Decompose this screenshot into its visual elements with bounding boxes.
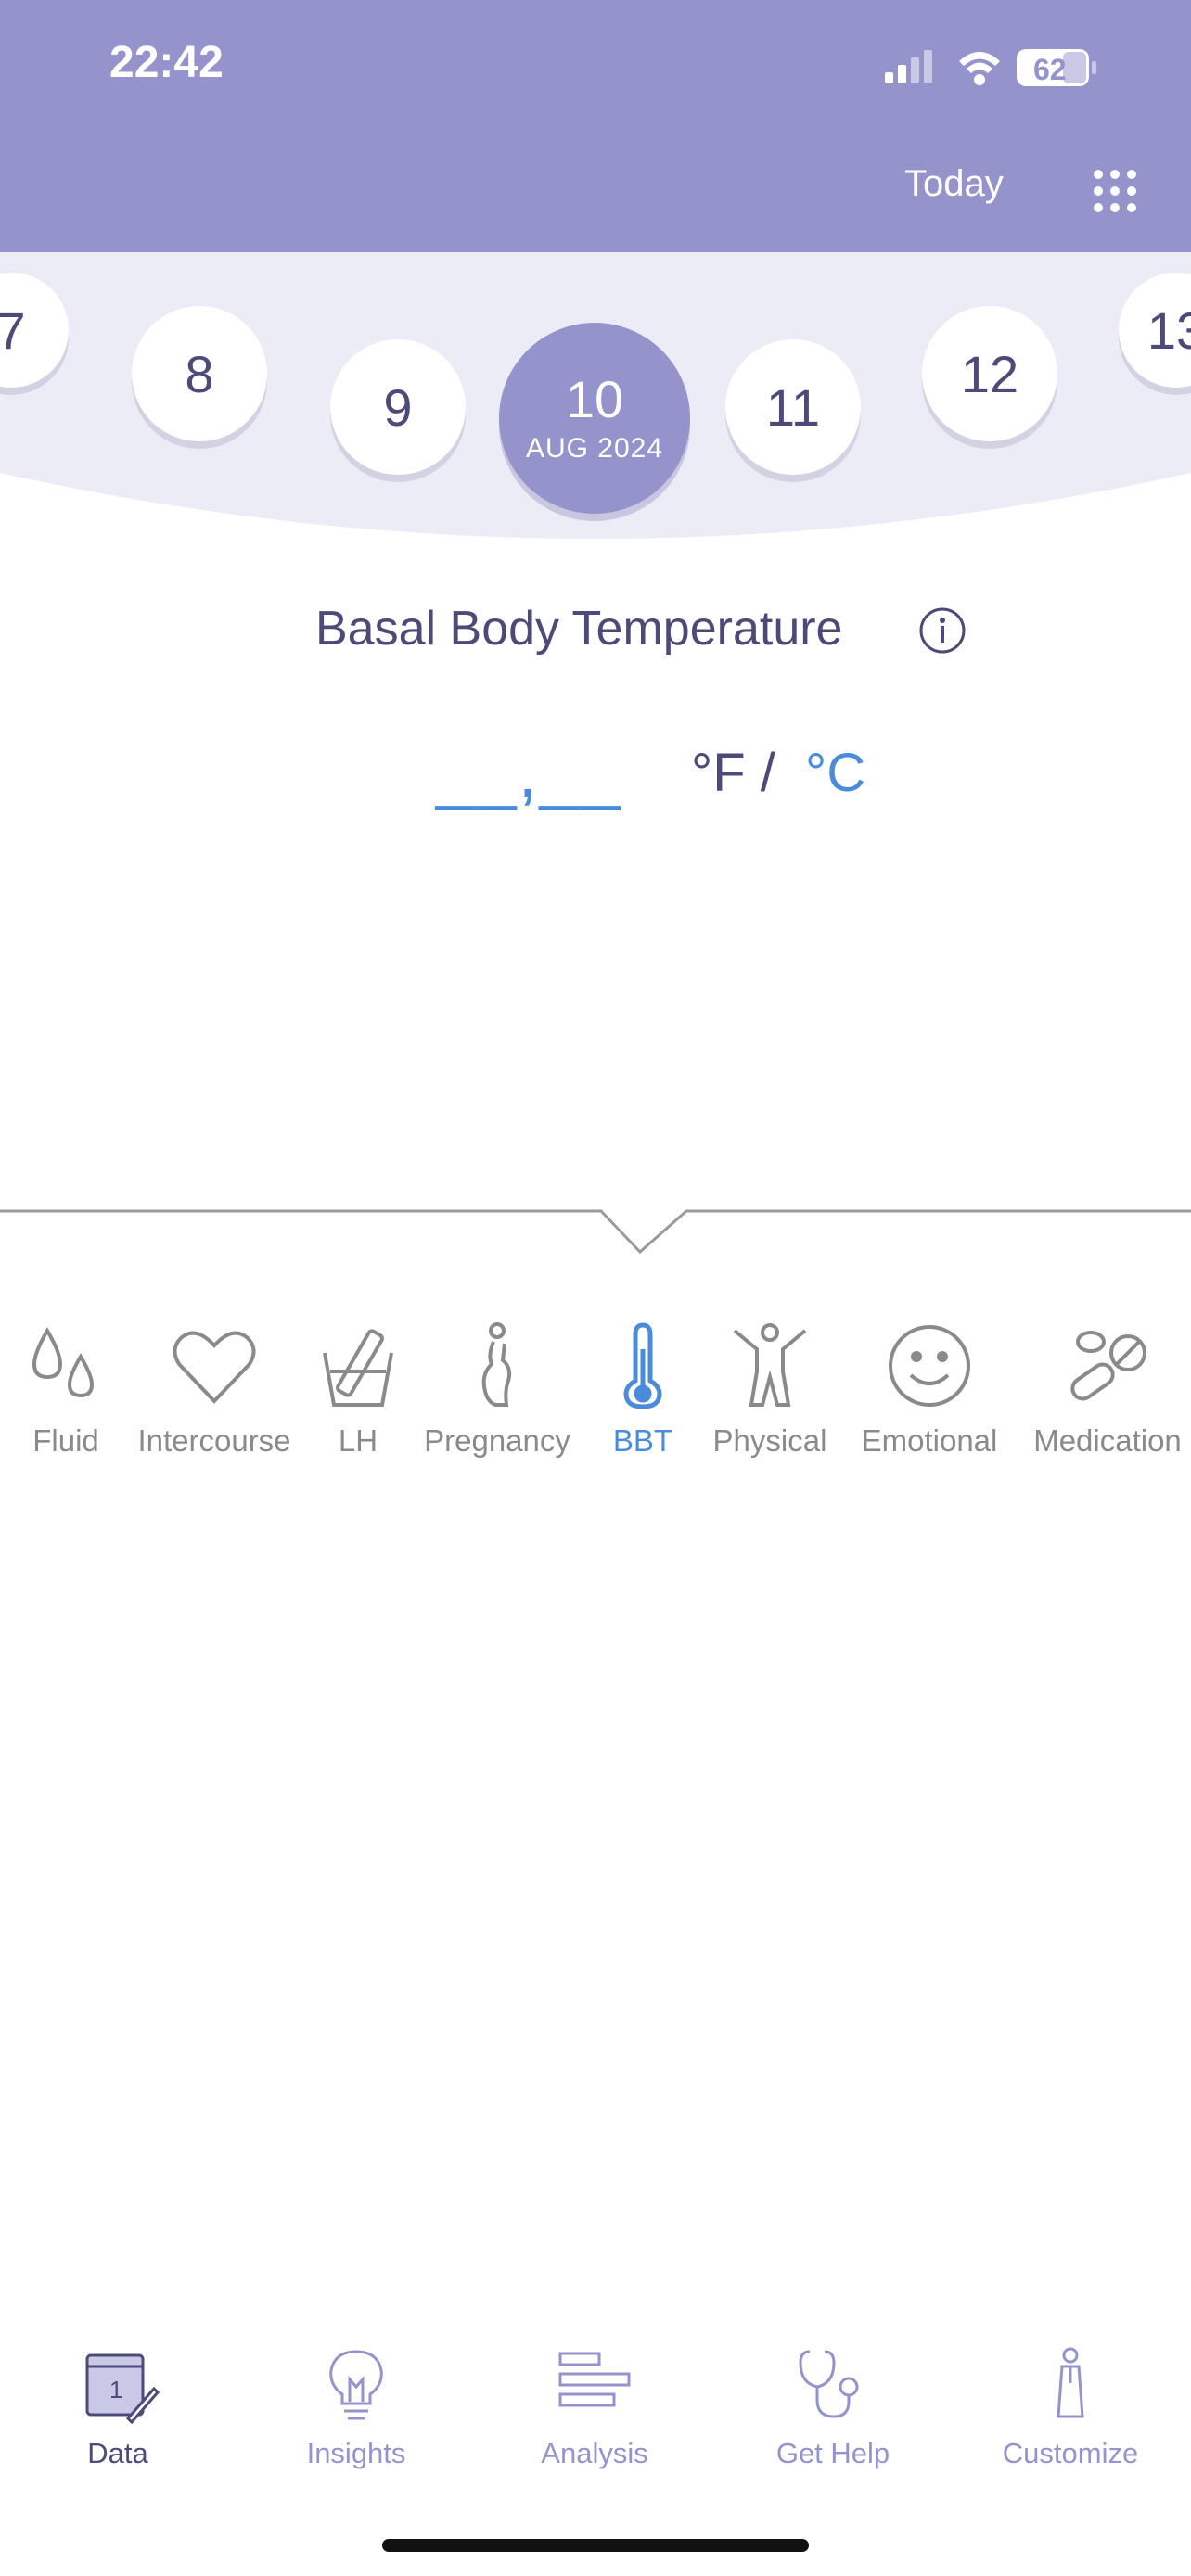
heart-icon: [173, 1331, 256, 1404]
fluid-icon: [32, 1327, 95, 1398]
signal-icon: [885, 50, 932, 83]
day-12[interactable]: 12: [922, 306, 1057, 441]
day-11[interactable]: 11: [725, 339, 861, 475]
pills-icon: [1070, 1331, 1146, 1401]
category-physical[interactable]: Physical: [705, 1321, 835, 1459]
person-icon: [1057, 2347, 1084, 2418]
day-9[interactable]: 9: [330, 339, 466, 475]
wifi-icon: [959, 52, 1000, 85]
unit-fahrenheit-toggle[interactable]: °F /: [691, 742, 775, 804]
thermometer-icon: [623, 1322, 662, 1409]
physical-icon: [733, 1323, 807, 1407]
category-emotional[interactable]: Emotional: [844, 1321, 1015, 1459]
day-10-selected[interactable]: 10 AUG 2024: [499, 323, 690, 514]
lh-test-icon: [323, 1329, 393, 1407]
calendar-edit-icon: 1: [85, 2353, 160, 2424]
status-icons: 62: [885, 49, 1096, 86]
pregnancy-icon: [481, 1322, 512, 1407]
svg-text:1: 1: [109, 2376, 122, 2404]
svg-text:62: 62: [1033, 53, 1067, 86]
header-bar: 22:42 62 Today: [0, 0, 1191, 252]
lightbulb-icon: [329, 2350, 383, 2420]
category-bbt[interactable]: BBT: [590, 1321, 696, 1459]
stethoscope-icon: [799, 2350, 859, 2418]
category-intercourse[interactable]: Intercourse: [126, 1321, 302, 1459]
nav-insights[interactable]: Insights: [263, 2346, 449, 2470]
today-button[interactable]: Today: [904, 163, 1004, 205]
category-medication[interactable]: Medication: [1024, 1321, 1191, 1459]
category-pregnancy[interactable]: Pregnancy: [414, 1321, 581, 1459]
info-icon[interactable]: [918, 606, 967, 655]
category-divider: [0, 1209, 1191, 1255]
unit-celsius-toggle[interactable]: °C: [805, 742, 865, 804]
grid-menu-icon[interactable]: [1091, 167, 1139, 215]
smiley-icon: [889, 1325, 970, 1407]
nav-get-help[interactable]: Get Help: [740, 2346, 926, 2470]
nav-analysis[interactable]: Analysis: [502, 2346, 687, 2470]
date-scroller[interactable]: 7 8 9 10 AUG 2024 11 12 13: [0, 252, 1191, 567]
category-fluid[interactable]: Fluid: [6, 1321, 126, 1459]
status-time: 22:42: [109, 38, 224, 87]
section-title: Basal Body Temperature: [315, 602, 843, 656]
battery-icon: 62: [1017, 49, 1096, 86]
bars-icon: [558, 2352, 631, 2407]
temperature-input[interactable]: __,__: [436, 733, 621, 813]
nav-customize[interactable]: Customize: [978, 2346, 1163, 2470]
home-indicator[interactable]: [382, 2539, 809, 2552]
day-8[interactable]: 8: [132, 306, 267, 441]
category-lh[interactable]: LH: [312, 1321, 404, 1459]
nav-data[interactable]: 1 Data: [25, 2346, 211, 2470]
